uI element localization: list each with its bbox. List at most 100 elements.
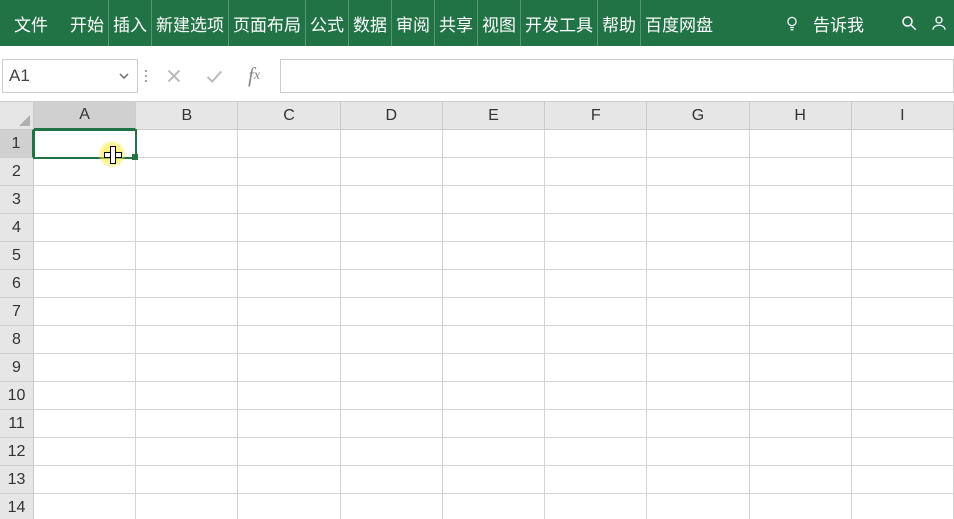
cell[interactable] — [238, 466, 340, 494]
column-header-c[interactable]: C — [238, 102, 340, 130]
cell[interactable] — [34, 242, 136, 270]
cell[interactable] — [647, 326, 749, 354]
ribbon-tab-share[interactable]: 共享 — [435, 0, 478, 46]
cell[interactable] — [647, 466, 749, 494]
cell[interactable] — [647, 130, 749, 158]
cell[interactable] — [852, 186, 954, 214]
row-header-10[interactable]: 10 — [0, 382, 34, 410]
cell[interactable] — [545, 410, 647, 438]
cell[interactable] — [443, 214, 545, 242]
cell[interactable] — [341, 494, 443, 519]
cell[interactable] — [341, 438, 443, 466]
cells-region[interactable] — [34, 130, 954, 519]
cell[interactable] — [136, 410, 238, 438]
cell[interactable] — [136, 438, 238, 466]
cell[interactable] — [647, 242, 749, 270]
cell[interactable] — [136, 298, 238, 326]
column-header-h[interactable]: H — [750, 102, 852, 130]
cell[interactable] — [238, 438, 340, 466]
cell[interactable] — [238, 354, 340, 382]
cell[interactable] — [852, 214, 954, 242]
row-header-11[interactable]: 11 — [0, 410, 34, 438]
cell[interactable] — [443, 242, 545, 270]
cell[interactable] — [852, 438, 954, 466]
cancel-formula-button[interactable] — [154, 59, 194, 93]
cell[interactable] — [443, 438, 545, 466]
cell[interactable] — [750, 186, 852, 214]
tell-me-label[interactable]: 告诉我 — [813, 11, 864, 36]
cell[interactable] — [750, 354, 852, 382]
row-header-12[interactable]: 12 — [0, 438, 34, 466]
cell[interactable] — [852, 410, 954, 438]
cell[interactable] — [34, 298, 136, 326]
person-icon[interactable] — [930, 14, 948, 32]
cell[interactable] — [647, 214, 749, 242]
cell[interactable] — [238, 214, 340, 242]
cell[interactable] — [341, 214, 443, 242]
cell[interactable] — [545, 438, 647, 466]
ribbon-tab-newoption[interactable]: 新建选项 — [152, 0, 229, 46]
row-header-9[interactable]: 9 — [0, 354, 34, 382]
cell[interactable] — [34, 186, 136, 214]
cell[interactable] — [750, 158, 852, 186]
cell[interactable] — [545, 382, 647, 410]
cell[interactable] — [852, 494, 954, 519]
cell[interactable] — [136, 270, 238, 298]
cell[interactable] — [443, 326, 545, 354]
cell[interactable] — [34, 494, 136, 519]
cell[interactable] — [34, 382, 136, 410]
column-header-b[interactable]: B — [136, 102, 238, 130]
cell[interactable] — [443, 354, 545, 382]
row-header-5[interactable]: 5 — [0, 242, 34, 270]
cell[interactable] — [750, 326, 852, 354]
cell[interactable] — [34, 158, 136, 186]
row-header-3[interactable]: 3 — [0, 186, 34, 214]
cell[interactable] — [852, 242, 954, 270]
ribbon-tab-pagelayout[interactable]: 页面布局 — [229, 0, 306, 46]
cell[interactable] — [852, 130, 954, 158]
row-header-14[interactable]: 14 — [0, 494, 34, 519]
cell[interactable] — [647, 494, 749, 519]
column-header-f[interactable]: F — [545, 102, 647, 130]
cell[interactable] — [238, 186, 340, 214]
cell[interactable] — [34, 354, 136, 382]
cell[interactable] — [341, 382, 443, 410]
cell[interactable] — [852, 270, 954, 298]
cell[interactable] — [136, 158, 238, 186]
cell[interactable] — [136, 382, 238, 410]
cell[interactable] — [238, 410, 340, 438]
cell[interactable] — [852, 466, 954, 494]
cell[interactable] — [750, 242, 852, 270]
cell[interactable] — [136, 214, 238, 242]
column-header-e[interactable]: E — [443, 102, 545, 130]
cell[interactable] — [647, 382, 749, 410]
cell[interactable] — [647, 158, 749, 186]
cell[interactable] — [341, 242, 443, 270]
row-header-4[interactable]: 4 — [0, 214, 34, 242]
cell[interactable] — [341, 410, 443, 438]
cell[interactable] — [852, 382, 954, 410]
cell[interactable] — [647, 410, 749, 438]
cell[interactable] — [545, 354, 647, 382]
cell[interactable] — [238, 130, 340, 158]
cell[interactable] — [136, 354, 238, 382]
row-header-8[interactable]: 8 — [0, 326, 34, 354]
name-box-dropdown[interactable] — [111, 60, 137, 92]
formula-input[interactable] — [280, 59, 954, 93]
cell[interactable] — [545, 186, 647, 214]
row-header-2[interactable]: 2 — [0, 158, 34, 186]
cell[interactable] — [34, 214, 136, 242]
row-header-13[interactable]: 13 — [0, 466, 34, 494]
cell[interactable] — [341, 158, 443, 186]
column-header-g[interactable]: G — [647, 102, 749, 130]
cell[interactable] — [136, 494, 238, 519]
cell[interactable] — [443, 158, 545, 186]
cell[interactable] — [341, 130, 443, 158]
cell[interactable] — [341, 354, 443, 382]
cell[interactable] — [136, 326, 238, 354]
ribbon-tab-view[interactable]: 视图 — [478, 0, 521, 46]
insert-function-button[interactable]: fx — [234, 59, 274, 93]
cell[interactable] — [647, 298, 749, 326]
cell[interactable] — [647, 186, 749, 214]
column-header-d[interactable]: D — [341, 102, 443, 130]
